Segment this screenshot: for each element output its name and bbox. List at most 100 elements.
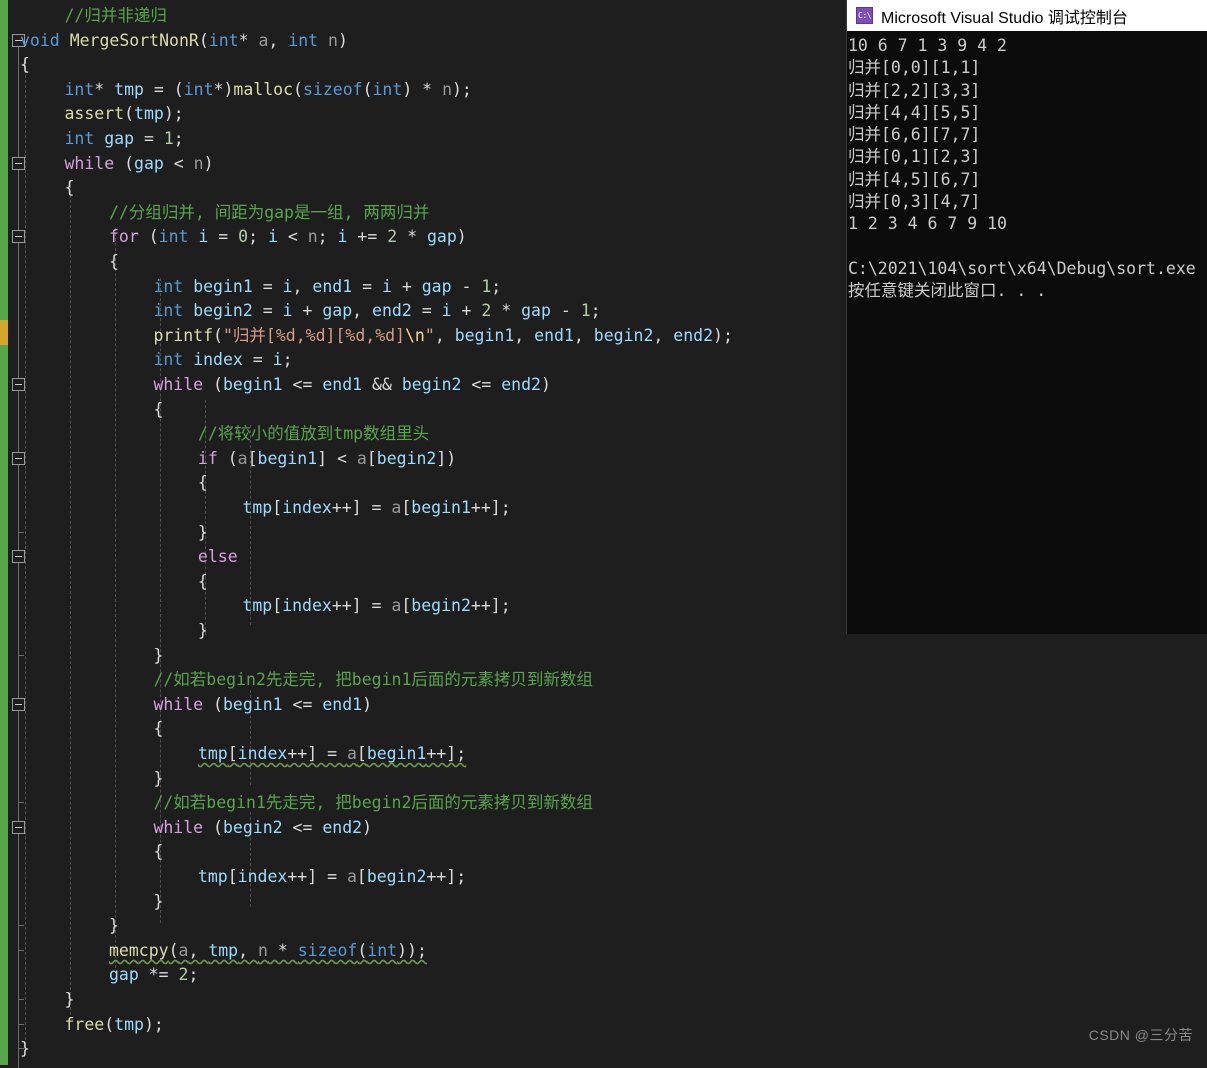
code-line[interactable]: { <box>198 570 208 595</box>
debug-console-window[interactable]: C:\ Microsoft Visual Studio 调试控制台 10 6 7… <box>847 0 1207 634</box>
code-line[interactable]: int begin1 = i, end1 = i + gap - 1; <box>153 275 501 300</box>
code-line[interactable]: } <box>153 890 163 915</box>
code-line[interactable]: int begin2 = i + gap, end2 = i + 2 * gap… <box>153 299 600 324</box>
code-line[interactable]: { <box>153 398 163 423</box>
code-token: //归并非递归 <box>64 6 167 25</box>
code-token: index <box>193 350 243 370</box>
code-line[interactable]: gap *= 2; <box>109 963 198 988</box>
code-line[interactable]: { <box>153 717 163 742</box>
code-line[interactable]: //分组归并, 间距为gap是一组, 两两归并 <box>109 201 429 226</box>
code-token: end1 <box>312 276 353 296</box>
code-token: , <box>268 30 289 50</box>
code-line[interactable]: free(tmp); <box>64 1013 163 1038</box>
code-line[interactable]: { <box>109 250 119 275</box>
code-token: { <box>64 178 75 198</box>
code-token: ++] = <box>331 498 392 517</box>
outline-collapse-box[interactable] <box>12 378 25 391</box>
code-token: + <box>292 301 323 321</box>
code-line[interactable]: for (int i = 0; i < n; i += 2 * gap) <box>109 225 467 250</box>
code-line[interactable]: void MergeSortNonR(int* a, int n) <box>20 29 348 54</box>
outline-collapse-box[interactable] <box>12 230 25 244</box>
code-line[interactable]: { <box>64 176 74 201</box>
code-token: } <box>153 768 164 788</box>
code-token: ) <box>362 817 373 837</box>
indent-guide <box>70 180 72 1015</box>
code-token: ); <box>143 1014 164 1034</box>
code-token: //如若begin2先走完, 把begin1后面的元素拷贝到新数组 <box>153 670 593 690</box>
code-token: = <box>134 129 164 148</box>
code-token: } <box>153 891 164 911</box>
code-token: } <box>153 645 164 665</box>
code-token: * <box>267 940 298 960</box>
code-token: malloc <box>233 79 294 99</box>
code-line[interactable]: { <box>20 53 30 78</box>
code-token: n <box>442 79 452 99</box>
code-token: begin2 <box>376 448 437 468</box>
code-line[interactable]: //如若begin1先走完, 把begin2后面的元素拷贝到新数组 <box>153 791 592 816</box>
change-bar-segment-saved <box>0 0 8 320</box>
code-line[interactable]: tmp[index++] = a[begin1++]; <box>198 742 466 767</box>
code-line[interactable]: //归并非递归 <box>64 4 166 29</box>
code-line[interactable]: int* tmp = (int*)malloc(sizeof(int) * n)… <box>64 78 471 103</box>
code-line[interactable]: else <box>198 545 238 570</box>
code-token: end2 <box>372 301 412 321</box>
outline-collapse-box[interactable] <box>12 820 25 834</box>
code-line[interactable]: if (a[begin1] < a[begin2]) <box>198 447 456 472</box>
code-token: int <box>372 79 403 99</box>
console-output-line: 归并[6,6][7,7] <box>848 125 981 145</box>
code-line[interactable]: //将较小的值放到tmp数组里头 <box>198 422 429 447</box>
code-line[interactable]: } <box>153 767 163 792</box>
code-line[interactable]: tmp[index++] = a[begin2++]; <box>242 594 510 619</box>
code-line[interactable]: while (begin1 <= end1 && begin2 <= end2) <box>153 373 550 398</box>
code-line[interactable]: } <box>198 619 208 644</box>
code-line[interactable]: assert(tmp); <box>64 102 183 127</box>
code-line[interactable]: int index = i; <box>153 348 292 373</box>
code-line[interactable]: memcpy(a, tmp, n * sizeof(int)); <box>109 939 427 964</box>
code-line[interactable]: } <box>64 988 74 1013</box>
code-token: = <box>252 301 283 321</box>
code-line[interactable]: while (gap < n) <box>64 152 213 177</box>
code-token: { <box>153 842 164 862</box>
console-title-bar[interactable]: C:\ Microsoft Visual Studio 调试控制台 <box>847 0 1207 31</box>
code-token: ]) <box>436 448 457 468</box>
code-token: end2 <box>673 325 714 345</box>
code-token: a <box>391 498 402 517</box>
code-token: gap <box>104 129 135 148</box>
code-token: ( <box>203 694 223 714</box>
outline-collapse-box[interactable] <box>12 550 25 564</box>
code-line[interactable]: tmp[index++] = a[begin2++]; <box>198 865 466 890</box>
code-token: = <box>242 350 273 370</box>
console-title-label: Microsoft Visual Studio 调试控制台 <box>881 9 1128 27</box>
code-line[interactable]: } <box>198 521 208 546</box>
code-line[interactable]: { <box>198 471 208 496</box>
code-token: a <box>391 596 402 616</box>
code-token: ++]; <box>470 596 511 616</box>
code-line[interactable]: //如若begin2先走完, 把begin1后面的元素拷贝到新数组 <box>153 668 592 693</box>
outline-collapse-box[interactable] <box>12 697 25 711</box>
code-token: tmp <box>114 1014 144 1034</box>
outline-collapse-box[interactable] <box>12 156 25 170</box>
code-token: , <box>352 301 373 321</box>
code-token: MergeSortNonR <box>69 30 199 50</box>
code-line[interactable]: while (begin1 <= end1) <box>153 693 372 718</box>
code-token: a <box>356 448 367 468</box>
code-line[interactable]: } <box>109 914 119 939</box>
code-line[interactable]: } <box>20 1037 30 1062</box>
code-line[interactable]: { <box>153 840 163 865</box>
code-token: [ <box>401 498 412 517</box>
code-line[interactable]: printf("归并[%d,%d][%d,%d]\n", begin1, end… <box>153 324 732 349</box>
code-line[interactable]: tmp[index++] = a[begin1++]; <box>242 496 510 521</box>
code-token: gap <box>421 276 452 296</box>
code-token: void <box>20 30 60 50</box>
code-token: ++]; <box>426 867 467 886</box>
code-line[interactable]: } <box>153 644 163 669</box>
code-token: i <box>381 276 392 296</box>
code-token: a <box>178 940 189 960</box>
console-output[interactable]: 10 6 7 1 3 9 4 2 归并[0,0][1,1] 归并[2,2][3,3]… <box>847 31 1207 303</box>
code-line[interactable]: while (begin2 <= end2) <box>153 816 372 841</box>
code-line[interactable]: int gap = 1; <box>64 127 183 152</box>
code-token: * <box>491 301 522 321</box>
outline-collapse-box[interactable] <box>12 451 25 465</box>
